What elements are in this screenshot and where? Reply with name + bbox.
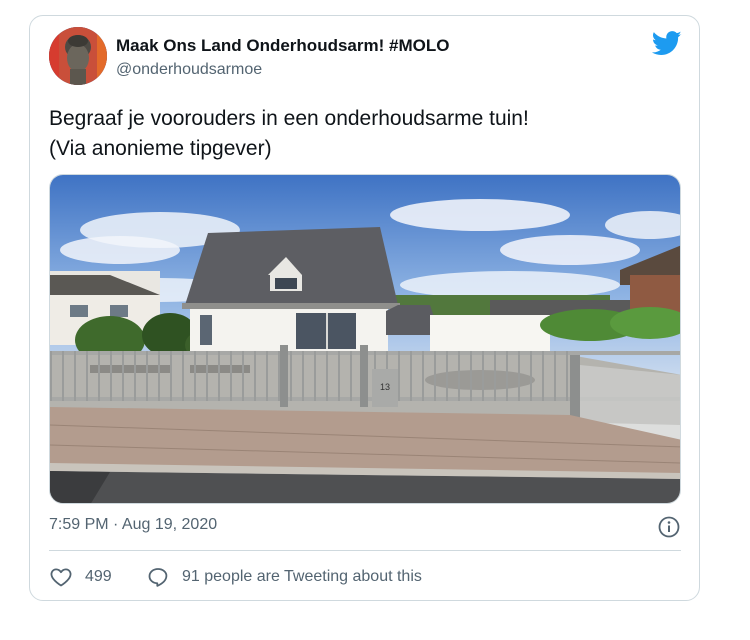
tweet-photo[interactable]: 13 [49, 174, 681, 504]
user-handle[interactable]: @onderhoudsarmoe [116, 61, 262, 79]
tweet-timestamp[interactable]: 7:59 PM · Aug 19, 2020 [49, 516, 217, 534]
house-number: 13 [380, 382, 390, 392]
display-name[interactable]: Maak Ons Land Onderhoudsarm! #MOLO [116, 36, 449, 56]
tweet-card[interactable]: Maak Ons Land Onderhoudsarm! #MOLO @onde… [29, 15, 700, 601]
like-count[interactable]: 499 [85, 568, 112, 586]
avatar[interactable] [49, 27, 107, 85]
tweet-text: Begraaf je voorouders in een onderhoudsa… [49, 104, 679, 164]
info-icon[interactable] [658, 516, 680, 538]
tweeting-about-link[interactable]: 91 people are Tweeting about this [182, 568, 422, 586]
divider [49, 550, 681, 551]
heart-icon[interactable] [49, 565, 73, 589]
tweet-text-line: Begraaf je voorouders in een onderhoudsa… [49, 107, 529, 130]
speech-bubble-icon[interactable] [146, 565, 170, 589]
twitter-bird-icon[interactable] [651, 31, 682, 56]
tweet-text-line: (Via anonieme tipgever) [49, 137, 272, 160]
